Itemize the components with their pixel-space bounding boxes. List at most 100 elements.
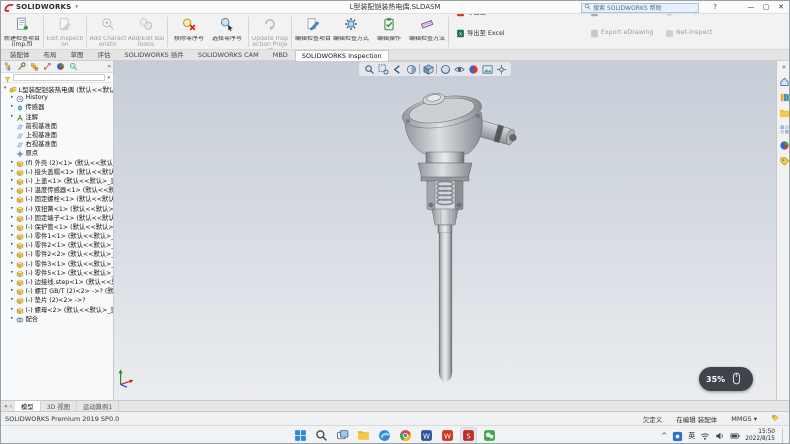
tree-item[interactable]: ▸(-) 上盖<1> (默认<<默认>_显示状态: [1, 176, 113, 185]
tree-item[interactable]: ▸(-) 双扭簧<1> (默认<<默认>_显示: [1, 203, 113, 212]
ribbon-button-balloons[interactable]: Add/Edit Balloons: [127, 15, 165, 49]
network-icon[interactable]: [700, 431, 710, 441]
tree-item[interactable]: 右视基准面: [1, 139, 113, 148]
tree-item[interactable]: ▸History: [1, 93, 113, 102]
ribbon-button-netinspect[interactable]: Net-Inspect: [665, 23, 716, 42]
panel-flyout-icon[interactable]: »: [107, 63, 111, 70]
command-tab[interactable]: MBD: [266, 49, 295, 60]
ribbon-button-edit-inspection-method[interactable]: 编辑检查方法: [408, 15, 446, 49]
view-orientation-icon[interactable]: [422, 63, 434, 75]
ribbon-button-pdf[interactable]: P导出至 2D PDF: [456, 14, 580, 21]
tree-item[interactable]: ▸(-) 保护管<1> (默认<<默认>_显示状: [1, 222, 113, 231]
document-tab[interactable]: 运动算例1: [77, 401, 119, 411]
command-tab[interactable]: SOLIDWORKS 插件: [118, 47, 191, 60]
tree-item[interactable]: ▸(-) 零件2<1> (默认<<默认>_显示状态: [1, 240, 113, 249]
tree-item[interactable]: 前视基准面: [1, 121, 113, 130]
filter-chevron-icon[interactable]: ▾: [107, 75, 110, 81]
close-button[interactable]: ✕: [775, 3, 787, 11]
filter-input[interactable]: [13, 74, 105, 81]
minimize-button[interactable]: —: [745, 3, 757, 11]
command-tab[interactable]: 评估: [91, 47, 118, 60]
ribbon-button-excel[interactable]: X导出至 Excel: [456, 23, 580, 42]
status-tag-icon[interactable]: [771, 414, 779, 424]
section-view-icon[interactable]: [405, 63, 417, 75]
edit-appearance-icon[interactable]: [467, 63, 479, 75]
wps-icon[interactable]: W: [439, 427, 456, 444]
search-icon[interactable]: [313, 427, 330, 444]
tree-item[interactable]: ▸配合: [1, 314, 113, 323]
panel-tab-dimxpertmanager[interactable]: [42, 61, 53, 72]
taskpane-collapse-icon[interactable]: «: [782, 64, 786, 71]
ribbon-button-edit-operation[interactable]: 编辑操作: [370, 15, 408, 49]
menu-arrow-icon[interactable]: ▾: [75, 4, 78, 10]
panel-tab-inspection[interactable]: [68, 61, 79, 72]
tree-item[interactable]: ▸(-) 零件3<1> (默认<<默认>_显示状态: [1, 259, 113, 268]
tree-item[interactable]: ▸(f) 外壳 (2)<1> (默认<<默认>_显示状: [1, 158, 113, 167]
document-tab[interactable]: 模型: [15, 401, 41, 411]
display-style-icon[interactable]: [439, 63, 451, 75]
show-desktop-button[interactable]: [782, 428, 785, 444]
design-library-icon[interactable]: [778, 91, 790, 103]
zoom-fit-icon[interactable]: [363, 63, 375, 75]
solidworks-app-icon[interactable]: S: [460, 427, 477, 444]
tab-scroll-arrows-icon[interactable]: « ‹: [4, 403, 12, 410]
document-tab[interactable]: 3D 视图: [41, 401, 77, 411]
units-selector[interactable]: MMGS ▾: [731, 415, 757, 423]
task-view-icon[interactable]: [334, 427, 351, 444]
search-input[interactable]: 搜索 SOLIDWORKS 帮助: [581, 3, 699, 13]
notification-icon[interactable]: [672, 427, 683, 444]
ribbon-button-edit-inspection[interactable]: Edit Inspection: [46, 15, 84, 49]
previous-view-icon[interactable]: [391, 63, 403, 75]
ribbon-button-edit-project[interactable]: 编辑检查项目: [294, 15, 332, 49]
home-icon[interactable]: [778, 75, 790, 87]
hide-show-items-icon[interactable]: [453, 63, 465, 75]
tree-item[interactable]: ▸(-) 螺钉 GB/T (2)<2> ->? (默认<<默: [1, 286, 113, 295]
wechat-icon[interactable]: [481, 427, 498, 444]
model-3d-thermocouple[interactable]: [396, 88, 528, 390]
tree-item[interactable]: ▸(-) 零件2<2> (默认<<默认>_显示状态: [1, 249, 113, 258]
chrome-icon[interactable]: [397, 427, 414, 444]
tree-item[interactable]: ▸(-) 螺母<2> (默认<<默认>_显示状态: [1, 305, 113, 314]
tree-item[interactable]: 上视基准面: [1, 130, 113, 139]
command-tab[interactable]: 布局: [37, 47, 64, 60]
tree-item[interactable]: ▸(-) 垫片 (2)<2> ->?: [1, 295, 113, 304]
view-settings-icon[interactable]: [495, 63, 507, 75]
word-icon[interactable]: W: [418, 427, 435, 444]
file-explorer-pane-icon[interactable]: [778, 107, 790, 119]
command-tab[interactable]: SOLIDWORKS CAM: [191, 49, 266, 60]
tree-item[interactable]: ▸传感器: [1, 102, 113, 111]
ribbon-button-add-characteristic[interactable]: Add Characteristic: [89, 15, 127, 49]
apply-scene-icon[interactable]: [481, 63, 493, 75]
tree-item[interactable]: 原点: [1, 148, 113, 157]
panel-tab-propertymanager[interactable]: [16, 61, 27, 72]
ribbon-button-new-inspection[interactable]: 新建检查项目 (imp.fil: [3, 15, 41, 49]
file-explorer-icon[interactable]: [355, 427, 372, 444]
command-tab[interactable]: SOLIDWORKS Inspection: [295, 50, 389, 61]
tree-item[interactable]: ▸(-) 固定螺栓<1> (默认<<默认>_显示: [1, 194, 113, 203]
command-tab[interactable]: 装配体: [3, 47, 37, 60]
ribbon-button-select-balloons[interactable]: 选择零序号: [208, 15, 246, 49]
battery-icon[interactable]: [730, 431, 740, 441]
start-icon[interactable]: [292, 427, 309, 444]
tree-root-item[interactable]: ▾ L型装配铠装热电偶 (默认<<默认>_显示状态-1: [1, 84, 113, 93]
ribbon-button-remove-balloons[interactable]: 移除零序号: [170, 15, 208, 49]
panel-tab-displaymanager[interactable]: [55, 61, 66, 72]
maximize-button[interactable]: ▢: [760, 3, 772, 11]
ribbon-button-pdf[interactable]: PExport to 2D PDF: [590, 14, 655, 21]
command-tab[interactable]: 草图: [64, 47, 91, 60]
tray-expand-icon[interactable]: ^: [661, 432, 667, 440]
zoom-area-icon[interactable]: [377, 63, 389, 75]
custom-properties-icon[interactable]: [778, 155, 790, 167]
view-palette-icon[interactable]: [778, 123, 790, 135]
tree-item[interactable]: ▸(-) 零件5<1> (默认<<默认>_显示状态: [1, 268, 113, 277]
clock[interactable]: 15:50 2022/8/15: [745, 429, 775, 443]
tree-item[interactable]: ▸(-) 接头盖帽<1> (默认<<默认>_显示: [1, 167, 113, 176]
appearances-icon[interactable]: [778, 139, 790, 151]
tree-item[interactable]: ▸(-) 零件1<1> (默认<<默认>_显示状态: [1, 231, 113, 240]
viewport[interactable]: 35% «: [114, 61, 790, 400]
ime-indicator[interactable]: 英: [688, 431, 695, 441]
edge-icon[interactable]: [376, 427, 393, 444]
ribbon-button-edrw[interactable]: Export eDrawing: [590, 23, 655, 42]
ribbon-button-edit-method[interactable]: 编辑检查方式: [332, 15, 370, 49]
tree-item[interactable]: ▸(-) 固定端子<1> (默认<<默认>_显示: [1, 213, 113, 222]
